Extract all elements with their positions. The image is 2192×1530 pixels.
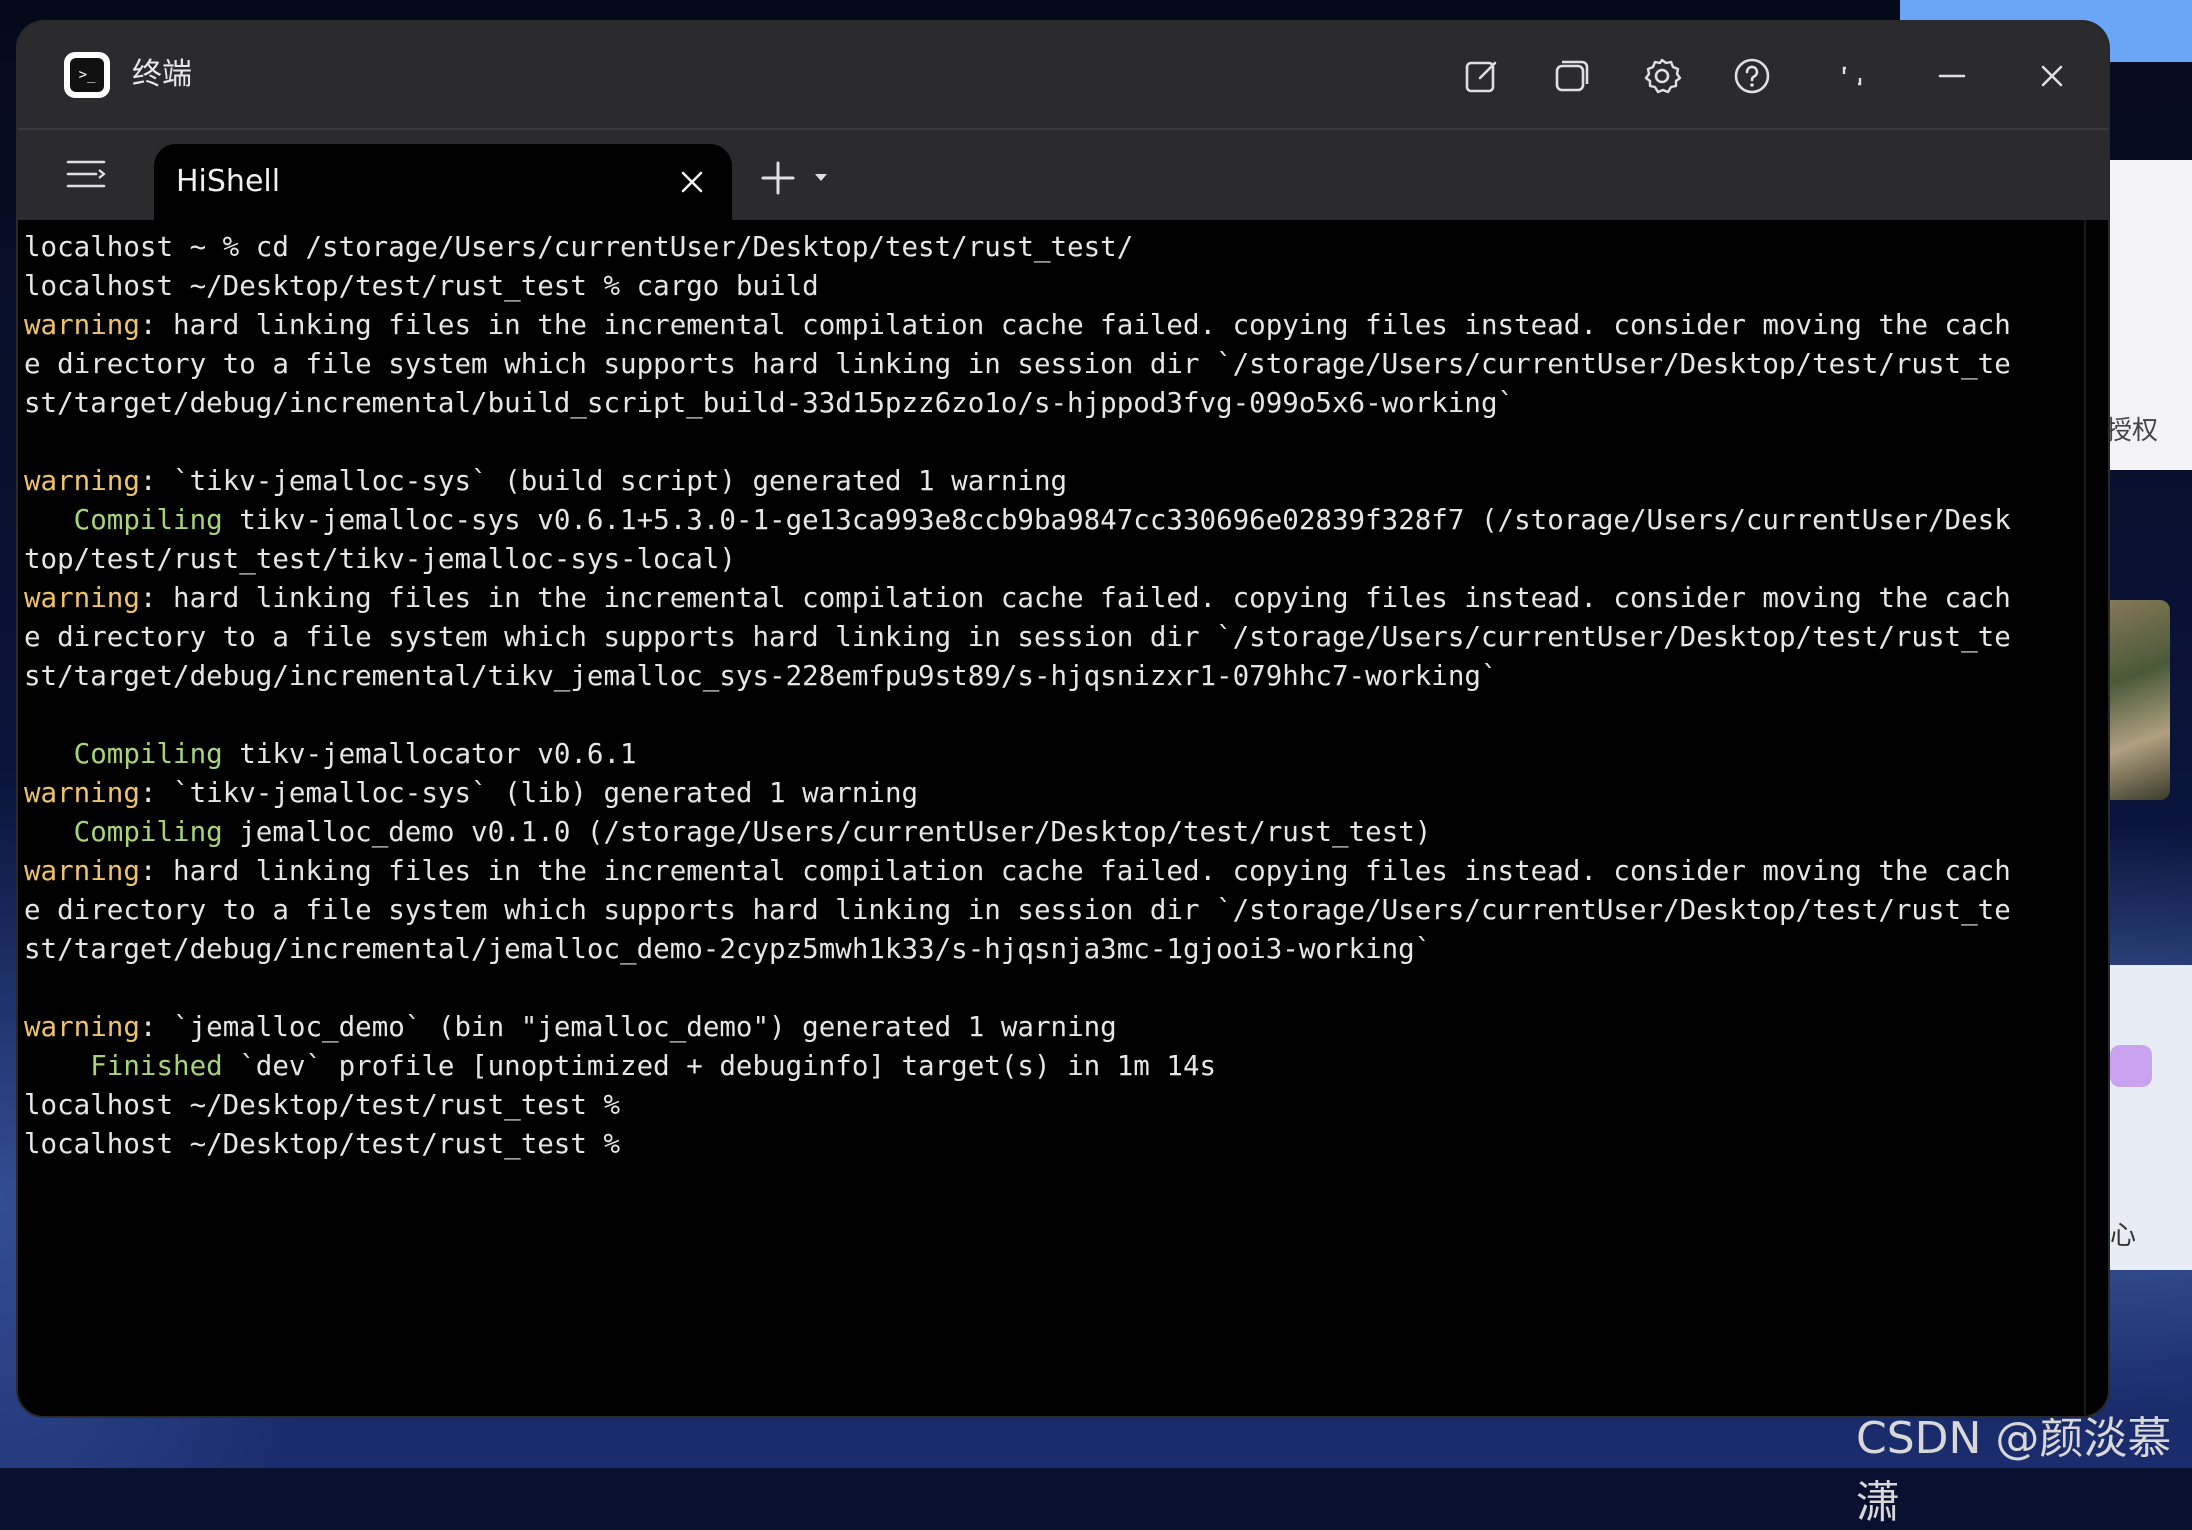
terminal-text: localhost ~ % cd /storage/Users/currentU… <box>24 231 1134 263</box>
new-tab-dropdown[interactable] <box>810 166 832 188</box>
terminal-text: tikv-jemallocator v0.6.1 <box>222 738 637 770</box>
edit-icon <box>1465 61 1497 93</box>
terminal-text: jemalloc_demo v0.1.0 (/storage/Users/cur… <box>222 816 1432 848</box>
terminal-line: warning: `jemalloc_demo` (bin "jemalloc_… <box>24 1008 2011 1047</box>
terminal-text: : hard linking files in the incremental … <box>139 309 2011 341</box>
status-label: Compiling <box>24 816 223 848</box>
tab-close-button[interactable] <box>674 164 710 200</box>
terminal-line: warning: `tikv-jemalloc-sys` (lib) gener… <box>24 774 2011 813</box>
status-label: Compiling <box>24 504 223 536</box>
app-shortcut-icon[interactable] <box>2110 1045 2152 1087</box>
settings-icon <box>1644 58 1682 94</box>
terminal-text: tikv-jemalloc-sys v0.6.1+5.3.0-1-ge13ca9… <box>222 504 2011 536</box>
restore-button[interactable] <box>1830 54 1874 98</box>
window-copy-icon <box>1555 60 1589 92</box>
terminal-text: st/target/debug/incremental/build_script… <box>24 387 1515 419</box>
caret-down-icon <box>815 174 827 181</box>
tab-label: HiShell <box>176 164 281 199</box>
tab-bar: HiShell <box>18 130 2108 220</box>
terminal-line: st/target/debug/incremental/jemalloc_dem… <box>24 930 2011 969</box>
terminal-app-icon: >_ <box>64 52 110 98</box>
terminal-line: top/test/rust_test/tikv-jemalloc-sys-loc… <box>24 540 2011 579</box>
terminal-text: : hard linking files in the incremental … <box>139 855 2011 887</box>
terminal-text: top/test/rust_test/tikv-jemalloc-sys-loc… <box>24 543 736 575</box>
terminal-line: Compiling tikv-jemallocator v0.6.1 <box>24 735 2011 774</box>
terminal-line: st/target/debug/incremental/build_script… <box>24 384 2011 423</box>
window-copy-button[interactable] <box>1550 54 1594 98</box>
edit-button[interactable] <box>1460 54 1504 98</box>
terminal-line: Compiling tikv-jemalloc-sys v0.6.1+5.3.0… <box>24 501 2011 540</box>
watermark: CSDN @颜淡慕潇 <box>1856 1413 2172 1528</box>
terminal-text: e directory to a file system which suppo… <box>24 348 2011 380</box>
terminal-text: localhost ~/Desktop/test/rust_test % <box>24 1089 621 1121</box>
terminal-text: e directory to a file system which suppo… <box>24 621 2011 653</box>
terminal-text: `dev` profile [unoptimized + debuginfo] … <box>222 1050 1217 1082</box>
terminal-output[interactable]: localhost ~ % cd /storage/Users/currentU… <box>18 220 2084 1416</box>
terminal-line: st/target/debug/incremental/tikv_jemallo… <box>24 657 2011 696</box>
settings-button[interactable] <box>1640 54 1684 98</box>
status-label: Finished <box>24 1050 223 1082</box>
help-icon <box>1734 58 1770 94</box>
terminal-line: localhost ~/Desktop/test/rust_test % <box>24 1125 2011 1164</box>
terminal-line: e directory to a file system which suppo… <box>24 891 2011 930</box>
terminal-window: >_ 终端 HiShell localhost ~ % cd /storage/… <box>18 22 2108 1416</box>
terminal-text: st/target/debug/incremental/jemalloc_dem… <box>24 933 1432 965</box>
window-title: 终端 <box>132 57 192 92</box>
terminal-line: localhost ~/Desktop/test/rust_test % car… <box>24 267 2011 306</box>
terminal-line: localhost ~ % cd /storage/Users/currentU… <box>24 228 2011 267</box>
terminal-text: : `tikv-jemalloc-sys` (lib) generated 1 … <box>139 777 919 809</box>
warning-label: warning <box>24 855 140 887</box>
restore-icon <box>1842 66 1862 86</box>
terminal-text: localhost ~/Desktop/test/rust_test % <box>24 1128 621 1160</box>
minimize-button[interactable] <box>1930 54 1974 98</box>
terminal-text: e directory to a file system which suppo… <box>24 894 2011 926</box>
plus-icon <box>761 161 795 195</box>
help-button[interactable] <box>1730 54 1774 98</box>
warning-label: warning <box>24 309 140 341</box>
close-window-button[interactable] <box>2030 54 2074 98</box>
menu-icon <box>66 160 106 188</box>
terminal-text: localhost ~/Desktop/test/rust_test % car… <box>24 270 819 302</box>
terminal-line: Finished `dev` profile [unoptimized + de… <box>24 1047 2011 1086</box>
terminal-text: : `jemalloc_demo` (bin "jemalloc_demo") … <box>139 1011 1117 1043</box>
warning-label: warning <box>24 465 140 497</box>
new-tab-button[interactable] <box>758 158 798 198</box>
tab-list-button[interactable] <box>64 154 108 194</box>
terminal-line: warning: hard linking files in the incre… <box>24 306 2011 345</box>
warning-label: warning <box>24 582 140 614</box>
background-panel-label: 授权 <box>2106 416 2159 446</box>
minimize-icon <box>1938 74 1966 78</box>
terminal-line: warning: hard linking files in the incre… <box>24 852 2011 891</box>
terminal-lines: localhost ~ % cd /storage/Users/currentU… <box>24 228 2011 1164</box>
terminal-line: warning: hard linking files in the incre… <box>24 579 2011 618</box>
terminal-text: : `tikv-jemalloc-sys` (build script) gen… <box>139 465 1068 497</box>
title-bar: >_ 终端 <box>18 22 2108 130</box>
terminal-line: warning: `tikv-jemalloc-sys` (build scri… <box>24 462 2011 501</box>
terminal-line: localhost ~/Desktop/test/rust_test % <box>24 1086 2011 1125</box>
status-label: Compiling <box>24 738 223 770</box>
warning-label: warning <box>24 1011 140 1043</box>
terminal-line: Compiling jemalloc_demo v0.1.0 (/storage… <box>24 813 2011 852</box>
warning-label: warning <box>24 777 140 809</box>
scrollbar[interactable] <box>2084 220 2108 1416</box>
terminal-line: e directory to a file system which suppo… <box>24 618 2011 657</box>
tab-hishell[interactable]: HiShell <box>154 144 732 220</box>
terminal-line: e directory to a file system which suppo… <box>24 345 2011 384</box>
terminal-text: st/target/debug/incremental/tikv_jemallo… <box>24 660 1498 692</box>
background-panel-label-bottom: 心 <box>2110 1221 2137 1251</box>
close-icon <box>681 171 703 193</box>
close-icon <box>2041 65 2063 87</box>
terminal-text: : hard linking files in the incremental … <box>139 582 2011 614</box>
